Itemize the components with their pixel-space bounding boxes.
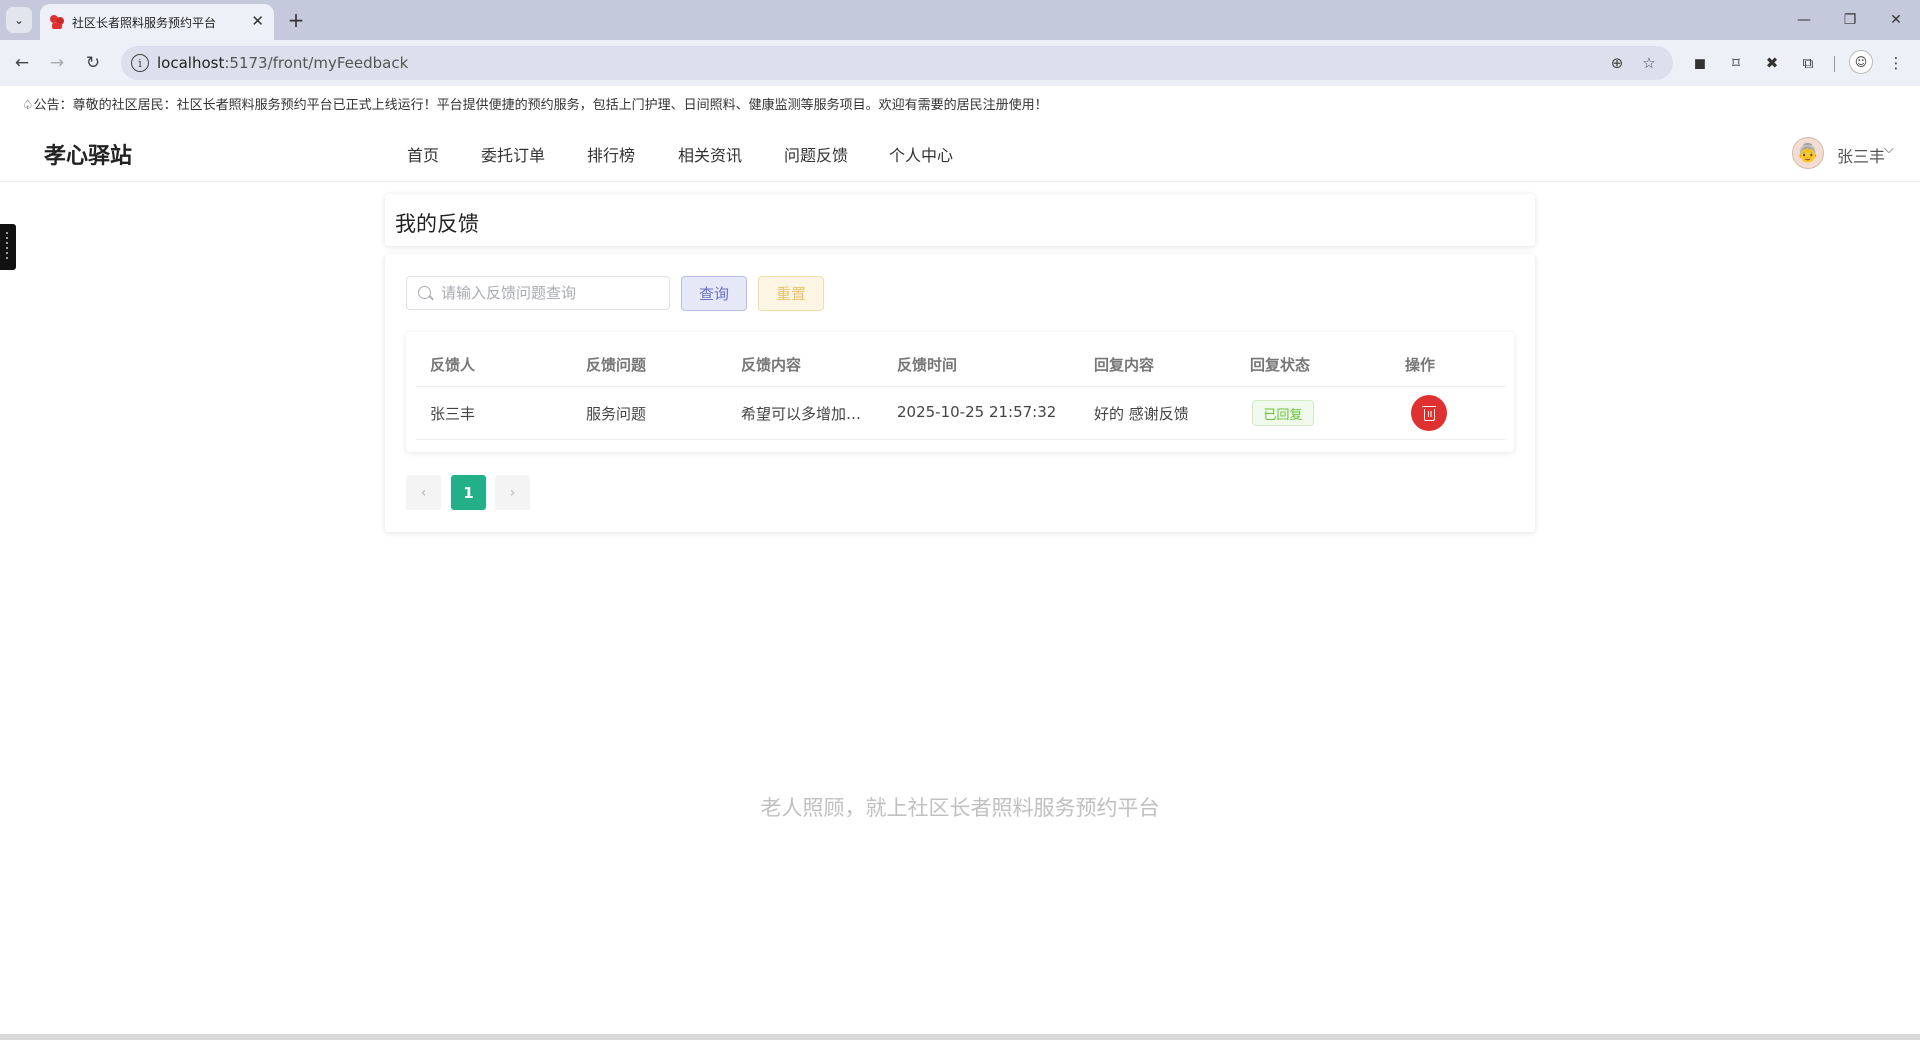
page-title: 我的反馈 bbox=[395, 212, 479, 236]
url-text[interactable]: localhost:5173/front/myFeedback bbox=[157, 54, 408, 72]
status-badge: 已回复 bbox=[1252, 400, 1314, 426]
extension-x-icon[interactable]: ✖ bbox=[1760, 51, 1784, 75]
elder-care-icon bbox=[50, 15, 64, 29]
query-button[interactable]: 查询 bbox=[681, 276, 747, 311]
column-header-content: 反馈内容 bbox=[741, 356, 802, 374]
section-title-card: 我的反馈 bbox=[385, 194, 1535, 246]
column-header-action: 操作 bbox=[1405, 356, 1436, 374]
column-header-reply: 回复内容 bbox=[1094, 356, 1155, 374]
browser-profile-avatar[interactable]: ☺ bbox=[1849, 50, 1873, 74]
bookmark-icon[interactable]: ⌑ bbox=[1724, 51, 1748, 75]
column-header-time: 反馈时间 bbox=[897, 356, 958, 374]
reset-button[interactable]: 重置 bbox=[758, 276, 824, 311]
browser-toolbar: ← → ↻ i localhost:5173/front/myFeedback … bbox=[0, 40, 1920, 86]
feedback-card: 查询 重置 反馈人 反馈问题 反馈内容 反馈时间 回复内容 回复状态 操作 张三… bbox=[385, 254, 1535, 532]
pagination-prev-button[interactable]: ‹ bbox=[406, 475, 441, 510]
search-input[interactable] bbox=[441, 283, 661, 303]
restore-icon[interactable]: ❐ bbox=[1830, 6, 1870, 34]
pagination-next-button[interactable]: › bbox=[495, 475, 530, 510]
forward-arrow-icon[interactable]: → bbox=[43, 49, 71, 77]
column-header-status: 回复状态 bbox=[1250, 356, 1311, 374]
address-bar[interactable]: i localhost:5173/front/myFeedback ⊕ ☆ bbox=[121, 46, 1673, 80]
footer-slogan: 老人照顾，就上社区长者照料服务预约平台 bbox=[760, 796, 1160, 820]
url-host: localhost bbox=[157, 54, 225, 72]
tab-close-icon[interactable]: ✕ bbox=[251, 12, 264, 30]
nav-news[interactable]: 相关资讯 bbox=[678, 142, 742, 166]
announcement-bar: ♤公告：尊敬的社区居民：社区长者照料服务预约平台已正式上线运行！平台提供便捷的预… bbox=[22, 94, 1048, 113]
chevron-down-icon[interactable]: ⌵ bbox=[1884, 142, 1894, 157]
site-logo-text[interactable]: 孝心驿站 bbox=[44, 138, 132, 170]
tab-title: 社区长者照料服务预约平台 bbox=[72, 16, 217, 30]
browser-menu-icon[interactable]: ⋮ bbox=[1884, 51, 1908, 75]
feedback-table: 反馈人 反馈问题 反馈内容 反馈时间 回复内容 回复状态 操作 张三丰 服务问题… bbox=[406, 332, 1514, 452]
search-box[interactable] bbox=[406, 276, 670, 310]
cell-time: 2025-10-25 21:57:32 bbox=[897, 403, 1057, 421]
row-divider bbox=[416, 439, 1506, 440]
announcement-text: 公告：尊敬的社区居民：社区长者照料服务预约平台已正式上线运行！平台提供便捷的预约… bbox=[33, 98, 1048, 113]
extension-glasses-icon[interactable]: ◼ bbox=[1688, 51, 1712, 75]
extensions-puzzle-icon[interactable]: ⧉ bbox=[1796, 51, 1820, 75]
browser-tab[interactable]: 社区长者照料服务预约平台 ✕ bbox=[40, 4, 274, 40]
nav-home[interactable]: 首页 bbox=[407, 142, 439, 166]
new-tab-plus-icon[interactable]: + bbox=[282, 6, 310, 34]
site-info-icon[interactable]: i bbox=[131, 54, 149, 72]
column-header-question: 反馈问题 bbox=[586, 356, 647, 374]
nav-orders[interactable]: 委托订单 bbox=[481, 142, 545, 166]
tab-list-chevron-icon[interactable]: ⌄ bbox=[6, 7, 32, 33]
horizontal-scrollbar[interactable] bbox=[0, 1034, 1920, 1040]
back-arrow-icon[interactable]: ← bbox=[8, 49, 36, 77]
cell-user: 张三丰 bbox=[430, 405, 476, 423]
window-close-icon[interactable]: ✕ bbox=[1876, 6, 1916, 34]
delete-button[interactable] bbox=[1411, 395, 1447, 431]
nav-feedback[interactable]: 问题反馈 bbox=[784, 142, 848, 166]
side-drawer-handle[interactable] bbox=[0, 224, 16, 270]
search-icon bbox=[418, 286, 431, 299]
user-avatar[interactable]: 👵 bbox=[1792, 137, 1824, 169]
user-name[interactable]: 张三丰 bbox=[1837, 143, 1885, 167]
minimize-icon[interactable]: — bbox=[1784, 6, 1824, 34]
cell-reply: 好的 感谢反馈 bbox=[1094, 405, 1189, 423]
bell-icon: ♤ bbox=[22, 98, 34, 113]
toolbar-divider bbox=[1834, 56, 1835, 72]
trash-icon bbox=[1421, 405, 1436, 421]
nav-profile[interactable]: 个人中心 bbox=[889, 142, 953, 166]
nav-ranking[interactable]: 排行榜 bbox=[587, 142, 635, 166]
site-header: 孝心驿站 首页 委托订单 排行榜 相关资讯 问题反馈 个人中心 👵 张三丰 ⌵ bbox=[0, 122, 1920, 182]
column-header-user: 反馈人 bbox=[430, 356, 476, 374]
url-path: :5173/front/myFeedback bbox=[224, 54, 409, 72]
cell-question: 服务问题 bbox=[586, 405, 647, 423]
header-divider bbox=[416, 386, 1506, 387]
reload-icon[interactable]: ↻ bbox=[79, 49, 107, 77]
pagination-page-1[interactable]: 1 bbox=[451, 475, 486, 510]
browser-tab-bar: ⌄ 社区长者照料服务预约平台 ✕ + — ❐ ✕ bbox=[0, 0, 1920, 40]
cell-content: 希望可以多增加… bbox=[741, 405, 862, 423]
page-content: ♤公告：尊敬的社区居民：社区长者照料服务预约平台已正式上线运行！平台提供便捷的预… bbox=[0, 86, 1920, 1034]
bookmark-star-icon[interactable]: ☆ bbox=[1638, 52, 1660, 74]
zoom-icon[interactable]: ⊕ bbox=[1606, 52, 1628, 74]
